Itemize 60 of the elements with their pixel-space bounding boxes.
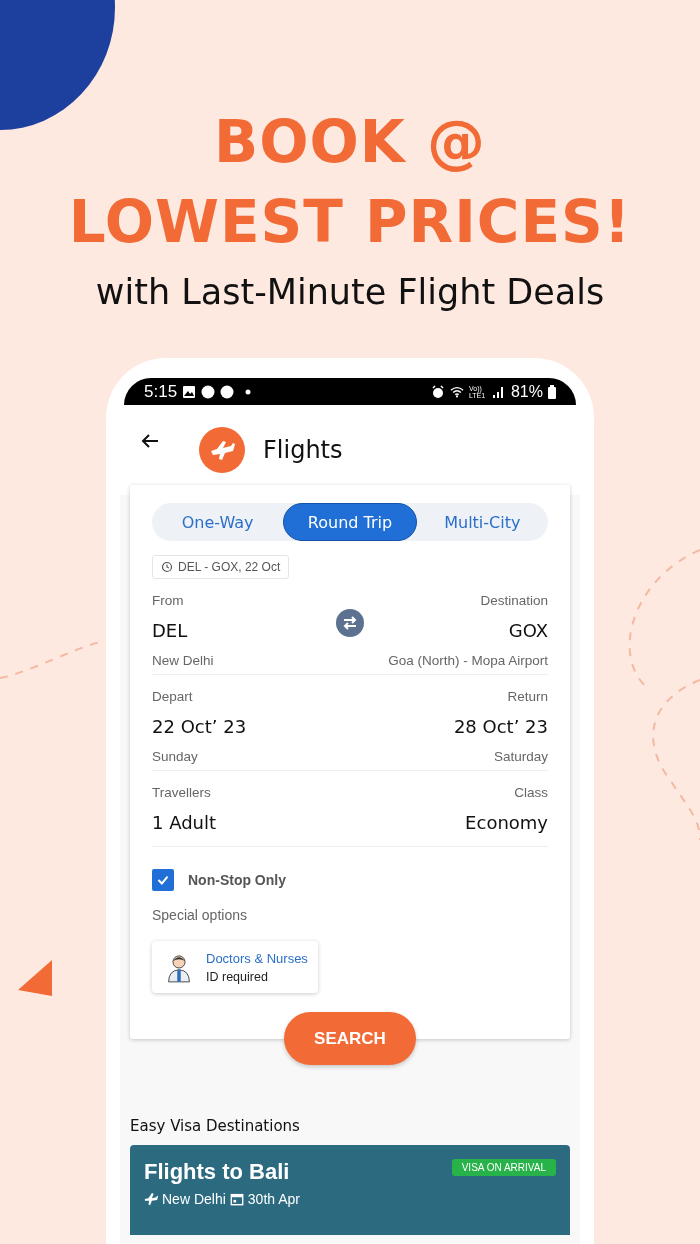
field[interactable]: From DEL New Delhi (152, 591, 336, 671)
triangle-decoration (18, 960, 52, 996)
headline: LOWEST PRICES! (68, 187, 632, 258)
recent-search-chip[interactable]: DEL - GOX, 22 Oct (152, 555, 290, 579)
field-label: Destination (480, 592, 548, 610)
section-title: Easy Visa Destinations (130, 1117, 301, 1135)
airplane-icon (144, 1192, 158, 1206)
trip-type-tab[interactable]: One-Way (152, 503, 284, 541)
field-value: Economy (465, 811, 548, 835)
section-label: Special options (152, 907, 248, 923)
circle-icon (220, 384, 235, 399)
field[interactable]: Travellers 1 Adult (152, 783, 350, 843)
option-subtitle: ID required (206, 970, 269, 984)
field-value: DEL (152, 619, 189, 643)
trip-type-tab[interactable]: Round Trip (283, 503, 417, 541)
airplane-icon (199, 427, 245, 473)
field-value: 1 Adult (152, 811, 218, 835)
checkbox-label: Non-Stop Only (188, 872, 286, 888)
recent-search-text: DEL - GOX, 22 Oct (178, 560, 281, 574)
field-label: From (152, 592, 185, 610)
field-subtext: Goa (North) - Mopa Airport (388, 652, 548, 670)
option-title: Doctors & Nurses (206, 951, 308, 966)
signal-icon (491, 384, 506, 399)
doctor-icon (166, 952, 192, 983)
battery-icon (548, 384, 556, 399)
circle-icon (201, 384, 216, 399)
history-icon (161, 561, 173, 573)
visa-badge: VISA ON ARRIVAL (451, 1159, 556, 1176)
checkbox[interactable] (152, 869, 174, 891)
field-subtext: Saturday (493, 748, 548, 766)
calendar-icon (229, 1192, 244, 1206)
field-value: 22 Oct’ 23 (152, 715, 248, 739)
field-label: Class (514, 784, 548, 802)
subtitle: with Last-Minute Flight Deals (95, 271, 605, 314)
image-icon (182, 384, 197, 399)
field-subtext: New Delhi (152, 652, 215, 670)
status-time: 5:15 (144, 381, 178, 402)
banner-origin: New Delhi (162, 1191, 226, 1207)
field[interactable]: Return 28 Oct’ 23 Saturday (350, 687, 548, 767)
destination-banner[interactable]: Flights to Bali VISA ON ARRIVAL New Delhi 30th Apr (130, 1145, 570, 1235)
wifi-icon (449, 384, 464, 399)
screen-title: Flights (263, 436, 343, 464)
field-value: GOX (508, 619, 548, 643)
field-label: Depart (152, 688, 194, 706)
trip-type-tab[interactable]: Multi-City (416, 503, 548, 541)
field[interactable]: Destination GOX Goa (North) - Mopa Airport (364, 591, 548, 671)
special-option-card[interactable]: Doctors & Nurses ID required (152, 941, 318, 993)
battery-percent: 81% (510, 382, 543, 401)
field-subtext: Sunday (152, 748, 199, 766)
banner-title: Flights to Bali (144, 1159, 290, 1185)
field-label: Travellers (152, 784, 212, 802)
banner-date: 30th Apr (247, 1191, 300, 1207)
field[interactable]: Class Economy (350, 783, 548, 843)
field[interactable]: Depart 22 Oct’ 23 Sunday (152, 687, 350, 767)
field-value: 28 Oct’ 23 (453, 715, 548, 739)
alarm-icon (430, 384, 445, 399)
field-label: Return (507, 688, 548, 706)
dot-icon (245, 388, 252, 395)
headline: BOOK @ (214, 107, 486, 178)
swap-icon[interactable] (336, 609, 364, 637)
